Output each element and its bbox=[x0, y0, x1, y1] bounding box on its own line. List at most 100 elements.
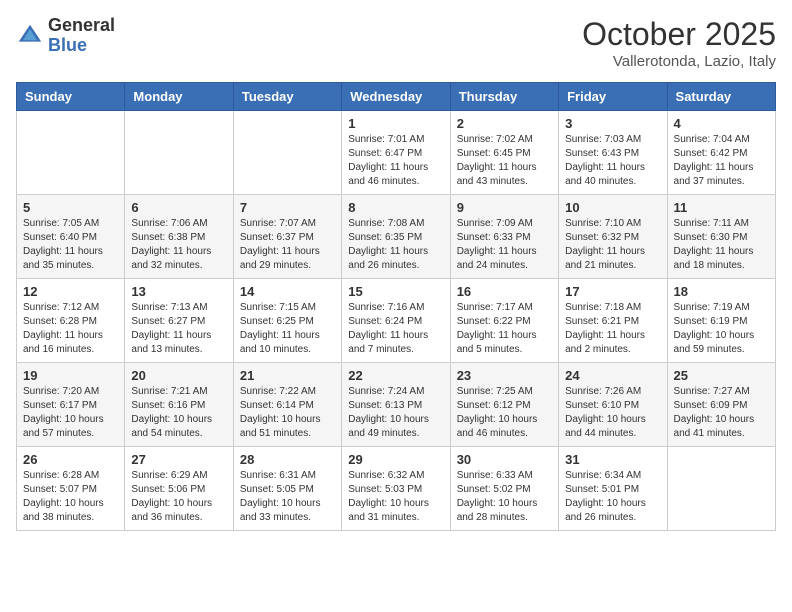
day-info: Sunrise: 7:18 AM Sunset: 6:21 PM Dayligh… bbox=[565, 301, 660, 357]
day-info: Sunrise: 6:28 AM Sunset: 5:07 PM Dayligh… bbox=[23, 469, 118, 525]
calendar-cell: 31Sunrise: 6:34 AM Sunset: 5:01 PM Dayli… bbox=[559, 447, 667, 531]
location: Vallerotonda, Lazio, Italy bbox=[582, 53, 776, 70]
day-number: 24 bbox=[565, 368, 660, 383]
calendar-cell: 28Sunrise: 6:31 AM Sunset: 5:05 PM Dayli… bbox=[233, 447, 341, 531]
calendar-cell: 29 Sunrise: 6:32 AM Sunset: 5:03 PM Dayli… bbox=[342, 447, 450, 531]
calendar-cell bbox=[17, 111, 125, 195]
calendar-cell: 27 Sunrise: 6:29 AM Sunset: 5:06 PM Dayli… bbox=[125, 447, 233, 531]
calendar-cell bbox=[233, 111, 341, 195]
day-info: Sunrise: 7:10 AM Sunset: 6:32 PM Dayligh… bbox=[565, 217, 660, 273]
day-number: 12 bbox=[23, 284, 118, 299]
day-info: Sunrise: 7:19 AM Sunset: 6:19 PM Dayligh… bbox=[674, 301, 769, 357]
day-number: 6 bbox=[131, 200, 226, 215]
day-info: Sunrise: 6:32 AM Sunset: 5:03 PM Dayligh… bbox=[348, 469, 443, 525]
calendar-cell bbox=[125, 111, 233, 195]
day-number: 18 bbox=[674, 284, 769, 299]
day-info: Sunrise: 7:03 AM Sunset: 6:43 PM Dayligh… bbox=[565, 133, 660, 189]
day-number: 1 bbox=[348, 116, 443, 131]
day-info: Sunrise: 6:29 AM Sunset: 5:06 PM Dayligh… bbox=[131, 469, 226, 525]
calendar-cell: 18 Sunrise: 7:19 AM Sunset: 6:19 PM Dayli… bbox=[667, 279, 775, 363]
calendar-cell: 20 Sunrise: 7:21 AM Sunset: 6:16 PM Dayli… bbox=[125, 363, 233, 447]
calendar-week-row: 5Sunrise: 7:05 AM Sunset: 6:40 PM Daylig… bbox=[17, 195, 776, 279]
calendar-cell: 7 Sunrise: 7:07 AM Sunset: 6:37 PM Daylig… bbox=[233, 195, 341, 279]
calendar-cell: 22Sunrise: 7:24 AM Sunset: 6:13 PM Dayli… bbox=[342, 363, 450, 447]
calendar-cell: 5Sunrise: 7:05 AM Sunset: 6:40 PM Daylig… bbox=[17, 195, 125, 279]
day-info: Sunrise: 7:02 AM Sunset: 6:45 PM Dayligh… bbox=[457, 133, 552, 189]
calendar-cell: 14Sunrise: 7:15 AM Sunset: 6:25 PM Dayli… bbox=[233, 279, 341, 363]
title-block: October 2025 Vallerotonda, Lazio, Italy bbox=[582, 16, 776, 70]
day-info: Sunrise: 7:11 AM Sunset: 6:30 PM Dayligh… bbox=[674, 217, 769, 273]
day-number: 22 bbox=[348, 368, 443, 383]
day-info: Sunrise: 7:06 AM Sunset: 6:38 PM Dayligh… bbox=[131, 217, 226, 273]
calendar-cell: 6 Sunrise: 7:06 AM Sunset: 6:38 PM Daylig… bbox=[125, 195, 233, 279]
calendar-week-row: 26 Sunrise: 6:28 AM Sunset: 5:07 PM Dayli… bbox=[17, 447, 776, 531]
calendar-cell: 30 Sunrise: 6:33 AM Sunset: 5:02 PM Dayli… bbox=[450, 447, 558, 531]
calendar-cell: 9Sunrise: 7:09 AM Sunset: 6:33 PM Daylig… bbox=[450, 195, 558, 279]
logo-icon bbox=[16, 22, 44, 50]
day-number: 14 bbox=[240, 284, 335, 299]
day-number: 10 bbox=[565, 200, 660, 215]
day-info: Sunrise: 6:34 AM Sunset: 5:01 PM Dayligh… bbox=[565, 469, 660, 525]
day-info: Sunrise: 7:20 AM Sunset: 6:17 PM Dayligh… bbox=[23, 385, 118, 441]
calendar-cell: 10 Sunrise: 7:10 AM Sunset: 6:32 PM Dayli… bbox=[559, 195, 667, 279]
day-number: 2 bbox=[457, 116, 552, 131]
calendar-cell: 24 Sunrise: 7:26 AM Sunset: 6:10 PM Dayli… bbox=[559, 363, 667, 447]
day-info: Sunrise: 7:13 AM Sunset: 6:27 PM Dayligh… bbox=[131, 301, 226, 357]
month-title: October 2025 bbox=[582, 16, 776, 53]
day-info: Sunrise: 7:26 AM Sunset: 6:10 PM Dayligh… bbox=[565, 385, 660, 441]
weekday-header: Saturday bbox=[667, 83, 775, 111]
day-number: 16 bbox=[457, 284, 552, 299]
day-info: Sunrise: 7:16 AM Sunset: 6:24 PM Dayligh… bbox=[348, 301, 443, 357]
logo: General Blue bbox=[16, 16, 115, 56]
calendar-cell: 16Sunrise: 7:17 AM Sunset: 6:22 PM Dayli… bbox=[450, 279, 558, 363]
day-number: 17 bbox=[565, 284, 660, 299]
calendar-cell: 26 Sunrise: 6:28 AM Sunset: 5:07 PM Dayli… bbox=[17, 447, 125, 531]
day-number: 30 bbox=[457, 452, 552, 467]
day-number: 13 bbox=[131, 284, 226, 299]
calendar-table: SundayMondayTuesdayWednesdayThursdayFrid… bbox=[16, 82, 776, 531]
day-number: 25 bbox=[674, 368, 769, 383]
day-info: Sunrise: 7:21 AM Sunset: 6:16 PM Dayligh… bbox=[131, 385, 226, 441]
day-number: 7 bbox=[240, 200, 335, 215]
calendar-week-row: 1 Sunrise: 7:01 AM Sunset: 6:47 PM Daylig… bbox=[17, 111, 776, 195]
day-number: 20 bbox=[131, 368, 226, 383]
calendar-cell: 1 Sunrise: 7:01 AM Sunset: 6:47 PM Daylig… bbox=[342, 111, 450, 195]
day-number: 29 bbox=[348, 452, 443, 467]
calendar-cell: 17 Sunrise: 7:18 AM Sunset: 6:21 PM Dayli… bbox=[559, 279, 667, 363]
logo-text: General Blue bbox=[48, 16, 115, 56]
day-number: 11 bbox=[674, 200, 769, 215]
calendar-cell: 13 Sunrise: 7:13 AM Sunset: 6:27 PM Dayli… bbox=[125, 279, 233, 363]
day-number: 28 bbox=[240, 452, 335, 467]
day-number: 21 bbox=[240, 368, 335, 383]
day-number: 3 bbox=[565, 116, 660, 131]
calendar-cell: 4 Sunrise: 7:04 AM Sunset: 6:42 PM Daylig… bbox=[667, 111, 775, 195]
day-info: Sunrise: 7:07 AM Sunset: 6:37 PM Dayligh… bbox=[240, 217, 335, 273]
calendar-cell: 15 Sunrise: 7:16 AM Sunset: 6:24 PM Dayli… bbox=[342, 279, 450, 363]
weekday-header: Monday bbox=[125, 83, 233, 111]
weekday-header: Wednesday bbox=[342, 83, 450, 111]
day-number: 15 bbox=[348, 284, 443, 299]
calendar-cell bbox=[667, 447, 775, 531]
day-info: Sunrise: 7:08 AM Sunset: 6:35 PM Dayligh… bbox=[348, 217, 443, 273]
logo-general-text: General bbox=[48, 16, 115, 36]
weekday-header: Tuesday bbox=[233, 83, 341, 111]
day-number: 27 bbox=[131, 452, 226, 467]
day-info: Sunrise: 7:01 AM Sunset: 6:47 PM Dayligh… bbox=[348, 133, 443, 189]
day-info: Sunrise: 7:04 AM Sunset: 6:42 PM Dayligh… bbox=[674, 133, 769, 189]
weekday-header-row: SundayMondayTuesdayWednesdayThursdayFrid… bbox=[17, 83, 776, 111]
day-number: 26 bbox=[23, 452, 118, 467]
day-info: Sunrise: 7:05 AM Sunset: 6:40 PM Dayligh… bbox=[23, 217, 118, 273]
calendar-week-row: 19Sunrise: 7:20 AM Sunset: 6:17 PM Dayli… bbox=[17, 363, 776, 447]
day-info: Sunrise: 7:12 AM Sunset: 6:28 PM Dayligh… bbox=[23, 301, 118, 357]
day-info: Sunrise: 7:09 AM Sunset: 6:33 PM Dayligh… bbox=[457, 217, 552, 273]
calendar-cell: 2 Sunrise: 7:02 AM Sunset: 6:45 PM Daylig… bbox=[450, 111, 558, 195]
day-info: Sunrise: 6:33 AM Sunset: 5:02 PM Dayligh… bbox=[457, 469, 552, 525]
day-info: Sunrise: 7:22 AM Sunset: 6:14 PM Dayligh… bbox=[240, 385, 335, 441]
calendar-cell: 12 Sunrise: 7:12 AM Sunset: 6:28 PM Dayli… bbox=[17, 279, 125, 363]
weekday-header: Friday bbox=[559, 83, 667, 111]
day-number: 4 bbox=[674, 116, 769, 131]
day-number: 23 bbox=[457, 368, 552, 383]
logo-blue-text: Blue bbox=[48, 36, 115, 56]
calendar-cell: 11 Sunrise: 7:11 AM Sunset: 6:30 PM Dayli… bbox=[667, 195, 775, 279]
calendar-cell: 19Sunrise: 7:20 AM Sunset: 6:17 PM Dayli… bbox=[17, 363, 125, 447]
